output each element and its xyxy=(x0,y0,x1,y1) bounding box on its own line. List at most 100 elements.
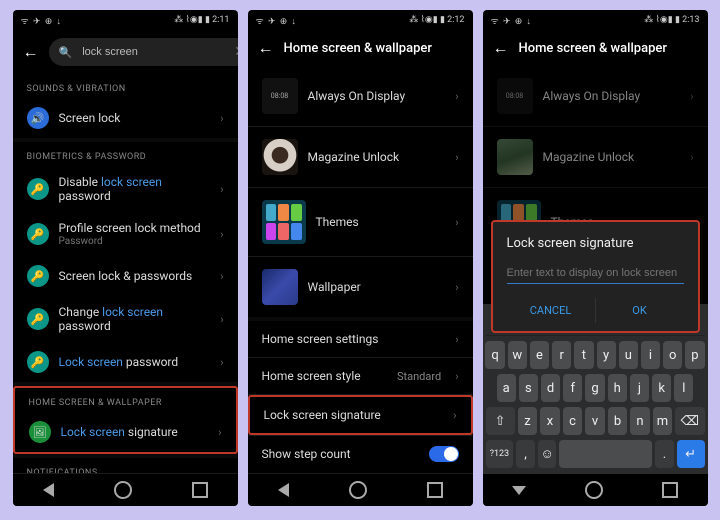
row-label: Home screen settings xyxy=(262,332,446,346)
key-l[interactable]: l xyxy=(674,374,693,402)
row-lockscreen-signature[interactable]: Lock screen signature › xyxy=(248,395,473,435)
key-b[interactable]: b xyxy=(608,407,628,435)
row-value: Standard xyxy=(397,370,441,383)
status-bar: ᯤ ✈ ⊕ ↓ ⁂ ⌇◉▮ ▮ 2:12 xyxy=(248,10,473,30)
row-step-count[interactable]: Show step count xyxy=(248,436,473,472)
screen-homescreen-settings: ᯤ ✈ ⊕ ↓ ⁂ ⌇◉▮ ▮ 2:12 ← Home screen & wal… xyxy=(248,10,473,506)
key-c[interactable]: c xyxy=(563,407,583,435)
nav-recent[interactable] xyxy=(427,482,443,498)
key-w[interactable]: w xyxy=(508,341,527,369)
key-backspace[interactable]: ⌫ xyxy=(675,407,704,435)
kb-row3: ⇧ z x c v b n m ⌫ xyxy=(486,407,705,435)
section-notifications: NOTIFICATIONS xyxy=(13,458,238,473)
back-icon[interactable]: ← xyxy=(258,38,274,58)
key-r[interactable]: r xyxy=(552,341,571,369)
key-y[interactable]: y xyxy=(597,341,616,369)
key-icon: 🔑 xyxy=(27,265,49,287)
row-lockscreen-signature[interactable]: 🖼 Lock screen signature › xyxy=(15,412,236,452)
row-always-on: 08:08 Always On Display › xyxy=(483,66,708,126)
key-period[interactable]: . xyxy=(655,440,674,468)
row-hs-settings[interactable]: Home screen settings › xyxy=(248,321,473,357)
key-emoji[interactable]: ☺ xyxy=(538,440,557,468)
key-h[interactable]: h xyxy=(608,374,627,402)
key-a[interactable]: a xyxy=(497,374,516,402)
nav-bar xyxy=(248,473,473,506)
search-field[interactable]: 🔍 ✕ xyxy=(49,38,238,66)
key-z[interactable]: z xyxy=(518,407,538,435)
status-left: ᯤ ✈ ⊕ ↓ xyxy=(21,14,63,27)
signature-input[interactable] xyxy=(507,263,684,284)
toggle-switch[interactable] xyxy=(429,446,459,462)
header: ← Home screen & wallpaper xyxy=(248,30,473,66)
key-k[interactable]: k xyxy=(652,374,671,402)
key-e[interactable]: e xyxy=(530,341,549,369)
key-s[interactable]: s xyxy=(519,374,538,402)
key-icon: 🔑 xyxy=(27,308,49,330)
header: ← Home screen & wallpaper xyxy=(483,30,708,66)
key-g[interactable]: g xyxy=(585,374,604,402)
nav-back[interactable] xyxy=(278,483,289,497)
key-shift[interactable]: ⇧ xyxy=(486,407,515,435)
status-bar: ᯤ ✈ ⊕ ↓ ⁂ ⌇◉▮ ▮ 2:13 xyxy=(483,10,708,30)
row-label: Screen lock xyxy=(59,111,211,125)
key-x[interactable]: x xyxy=(540,407,560,435)
nav-home[interactable] xyxy=(114,481,132,499)
cancel-button[interactable]: CANCEL xyxy=(507,298,596,323)
key-i[interactable]: i xyxy=(641,341,660,369)
row-change-password[interactable]: 🔑 Change lock screen password › xyxy=(13,296,238,342)
clear-icon[interactable]: ✕ xyxy=(234,44,237,60)
screen-search: ᯤ ✈ ⊕ ↓ ⁂ ⌇◉▮ ▮ 2:11 ← 🔍 ✕ SOUNDS & VIBR… xyxy=(13,10,238,506)
key-t[interactable]: t xyxy=(574,341,593,369)
screen-signature-dialog: ᯤ ✈ ⊕ ↓ ⁂ ⌇◉▮ ▮ 2:13 ← Home screen & wal… xyxy=(483,10,708,506)
row-wallpaper[interactable]: Wallpaper › xyxy=(248,257,473,317)
nav-back[interactable] xyxy=(43,483,54,497)
row-screen-lock[interactable]: 🔊 Screen lock › xyxy=(13,98,238,138)
key-comma[interactable]: , xyxy=(516,440,535,468)
ok-button[interactable]: OK xyxy=(596,298,684,323)
apps-thumb xyxy=(262,200,306,244)
chevron-icon: › xyxy=(455,333,458,346)
search-input[interactable] xyxy=(80,45,226,59)
row-lockscreen-password[interactable]: 🔑 Lock screen password › xyxy=(13,342,238,382)
nav-bar xyxy=(483,473,708,506)
row-magazine: Magazine Unlock › xyxy=(483,127,708,187)
key-j[interactable]: j xyxy=(630,374,649,402)
status-right: ⁂ ⌇◉▮ ▮ 2:11 xyxy=(174,15,229,25)
row-label: Disable lock screen password xyxy=(59,175,211,203)
nav-bar xyxy=(13,473,238,506)
row-label: Profile screen lock methodPassword xyxy=(59,221,211,247)
key-u[interactable]: u xyxy=(619,341,638,369)
key-enter[interactable]: ↵ xyxy=(677,440,705,468)
row-label: Lock screen signature xyxy=(61,425,209,439)
row-magazine[interactable]: Magazine Unlock › xyxy=(248,127,473,187)
row-label: Always On Display xyxy=(543,89,681,103)
row-profile-method[interactable]: 🔑 Profile screen lock methodPassword › xyxy=(13,212,238,256)
chevron-icon: › xyxy=(220,183,223,196)
nav-home[interactable] xyxy=(585,481,603,499)
nav-hide-kb[interactable] xyxy=(512,486,526,495)
key-p[interactable]: p xyxy=(685,341,704,369)
status-bar: ᯤ ✈ ⊕ ↓ ⁂ ⌇◉▮ ▮ 2:11 xyxy=(13,10,238,30)
key-f[interactable]: f xyxy=(563,374,582,402)
chevron-icon: › xyxy=(455,281,458,294)
key-n[interactable]: n xyxy=(630,407,650,435)
back-icon[interactable]: ← xyxy=(23,42,39,62)
nav-home[interactable] xyxy=(349,481,367,499)
search-header: ← 🔍 ✕ xyxy=(13,30,238,74)
key-q[interactable]: q xyxy=(485,341,504,369)
nav-recent[interactable] xyxy=(662,482,678,498)
key-v[interactable]: v xyxy=(585,407,605,435)
row-lock-passwords[interactable]: 🔑 Screen lock & passwords › xyxy=(13,256,238,296)
key-o[interactable]: o xyxy=(663,341,682,369)
key-d[interactable]: d xyxy=(541,374,560,402)
coffee-thumb xyxy=(262,139,298,175)
key-space[interactable] xyxy=(559,440,652,468)
nav-recent[interactable] xyxy=(192,482,208,498)
row-hs-style[interactable]: Home screen style Standard › xyxy=(248,358,473,394)
key-m[interactable]: m xyxy=(653,407,673,435)
row-always-on[interactable]: 08:08 Always On Display › xyxy=(248,66,473,126)
key-symbols[interactable]: ?123 xyxy=(486,440,514,468)
row-disable-password[interactable]: 🔑 Disable lock screen password › xyxy=(13,166,238,212)
row-themes[interactable]: Themes › xyxy=(248,188,473,256)
back-icon[interactable]: ← xyxy=(493,38,509,58)
